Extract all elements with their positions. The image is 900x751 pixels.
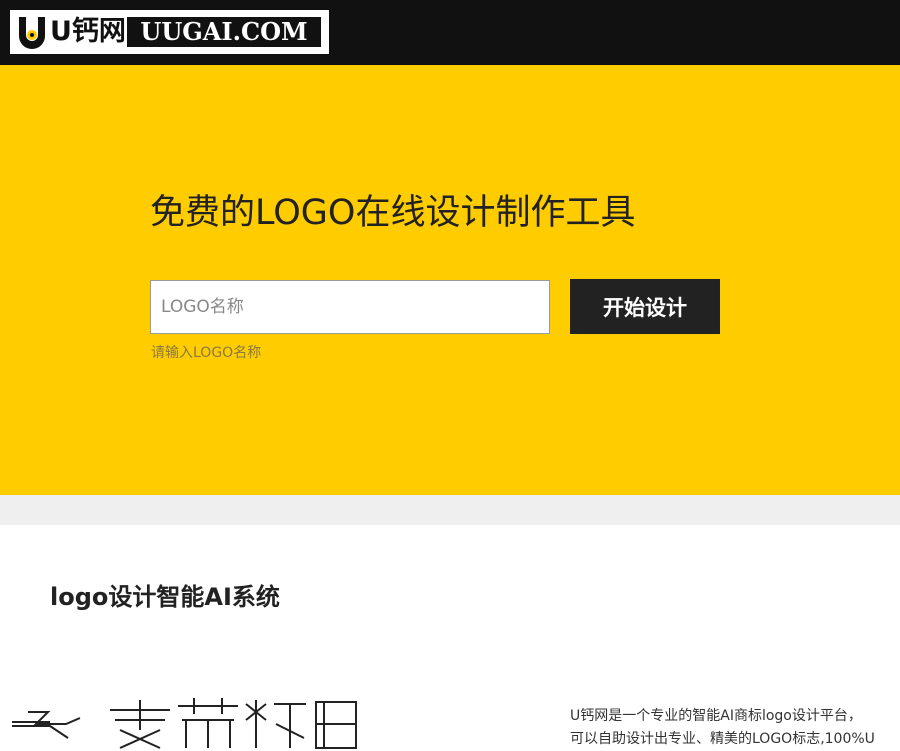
logo-name-input[interactable] [150, 280, 550, 334]
description-line: 可以自助设计出专业、精美的LOGO标志,100%U [570, 731, 875, 747]
gear-u-icon [18, 15, 46, 49]
start-design-button[interactable]: 开始设计 [570, 279, 720, 334]
sample-logo-image [10, 690, 370, 750]
logo-english-text: UUGAI.COM [127, 17, 321, 47]
section-title: logo设计智能AI系统 [50, 583, 280, 611]
top-navigation-bar: U钙网 UUGAI.COM [0, 0, 900, 65]
description-line: U钙网是一个专业的智能AI商标logo设计平台， [570, 708, 862, 724]
section-description: U钙网是一个专业的智能AI商标logo设计平台， 可以自助设计出专业、精美的LO… [570, 705, 900, 751]
hero-title: 免费的LOGO在线设计制作工具 [150, 193, 636, 233]
logo-chinese-text: U钙网 [50, 16, 126, 47]
site-logo[interactable]: U钙网 UUGAI.COM [10, 10, 329, 54]
section-divider [0, 495, 900, 525]
hero-section: 免费的LOGO在线设计制作工具 开始设计 请输入LOGO名称 [0, 65, 900, 495]
input-hint: 请输入LOGO名称 [151, 345, 262, 361]
